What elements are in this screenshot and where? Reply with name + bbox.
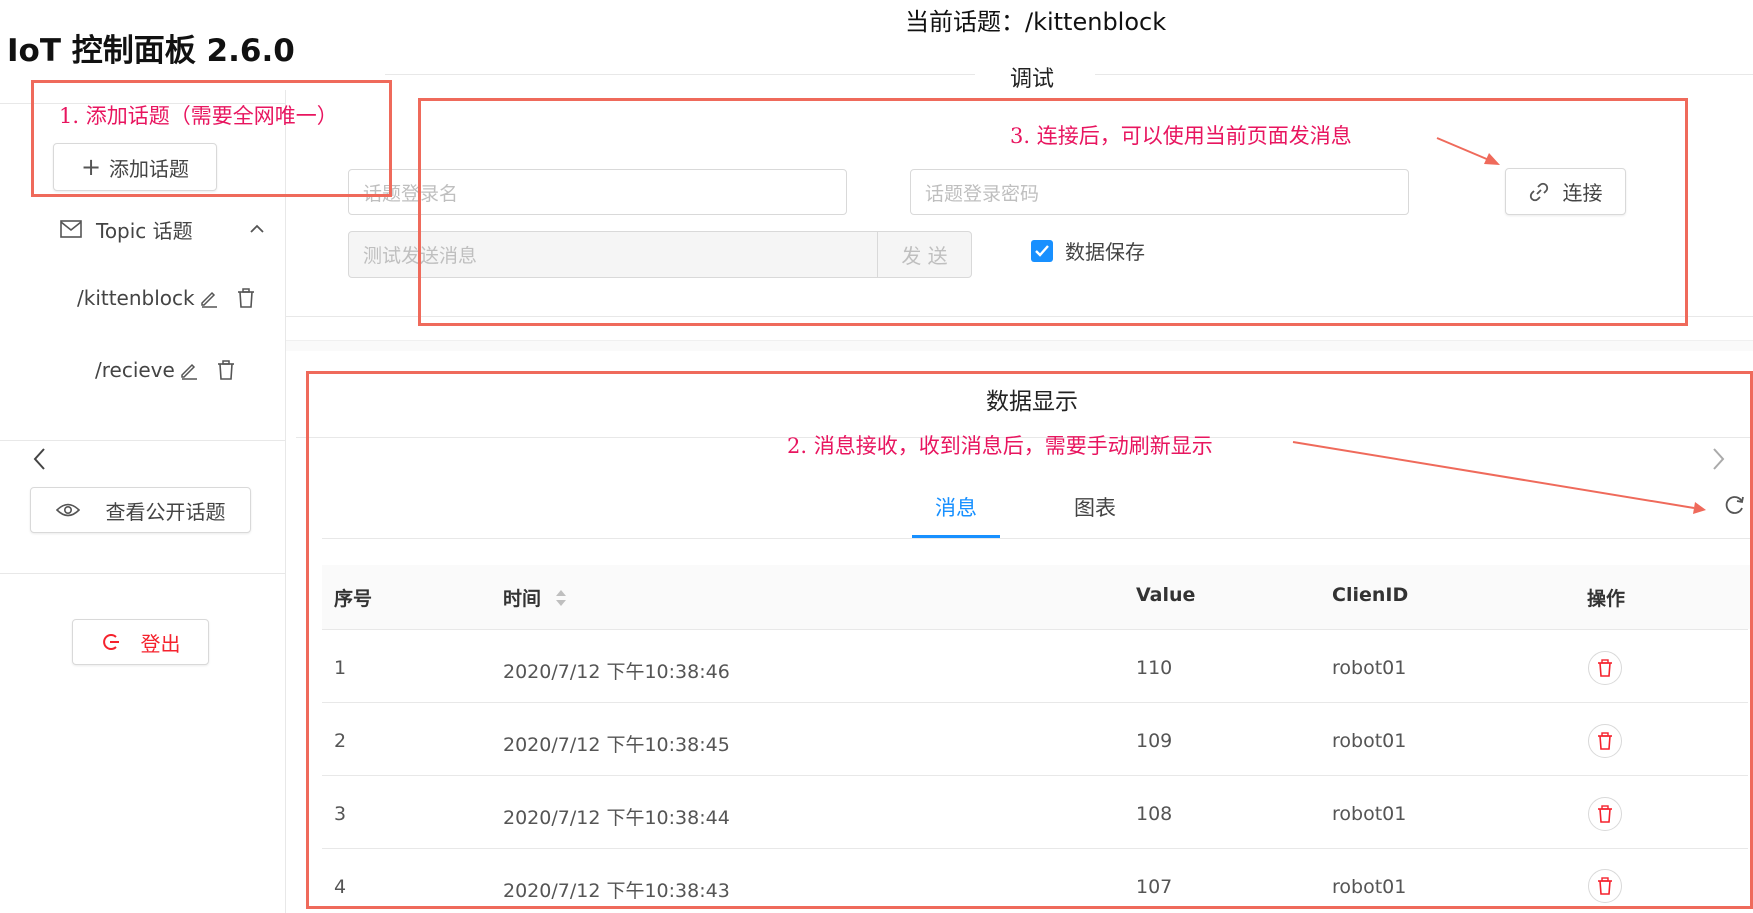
- debug-section-title: 调试: [1010, 67, 1055, 92]
- topic-menu-label: Topic 话题: [96, 218, 193, 243]
- topic-item-label: /kittenblock: [77, 286, 195, 310]
- eye-icon: [55, 502, 80, 518]
- edit-icon[interactable]: [179, 360, 199, 380]
- topic-item-recieve[interactable]: /recieve: [95, 358, 235, 382]
- annotation-note-3: 3. 连接后，可以使用当前页面发消息: [1010, 124, 1352, 148]
- logout-icon: [101, 632, 121, 652]
- chevron-left-icon[interactable]: [32, 447, 48, 471]
- topic-menu-header[interactable]: Topic 话题: [60, 214, 265, 244]
- chevron-up-icon: [249, 223, 265, 235]
- app-title: IoT 控制面板 2.6.0: [7, 33, 295, 69]
- mail-icon: [60, 220, 82, 238]
- logout-label: 登出: [140, 631, 181, 656]
- delete-icon[interactable]: [237, 288, 255, 308]
- annotation-note-2: 2. 消息接收，收到消息后，需要手动刷新显示: [787, 434, 1213, 458]
- edit-icon[interactable]: [199, 288, 219, 308]
- annotation-box-add-topic: [31, 80, 392, 197]
- logout-button[interactable]: 登出: [72, 619, 209, 665]
- current-topic: 当前话题：/kittenblock: [905, 8, 1167, 36]
- view-public-topics-button[interactable]: 查看公开话题: [30, 487, 251, 533]
- annotation-note-1: 1. 添加话题（需要全网唯一）: [59, 104, 338, 128]
- topic-item-kittenblock[interactable]: /kittenblock: [77, 286, 255, 310]
- view-public-label: 查看公开话题: [105, 499, 226, 524]
- delete-icon[interactable]: [217, 360, 235, 380]
- topic-item-label: /recieve: [95, 358, 175, 382]
